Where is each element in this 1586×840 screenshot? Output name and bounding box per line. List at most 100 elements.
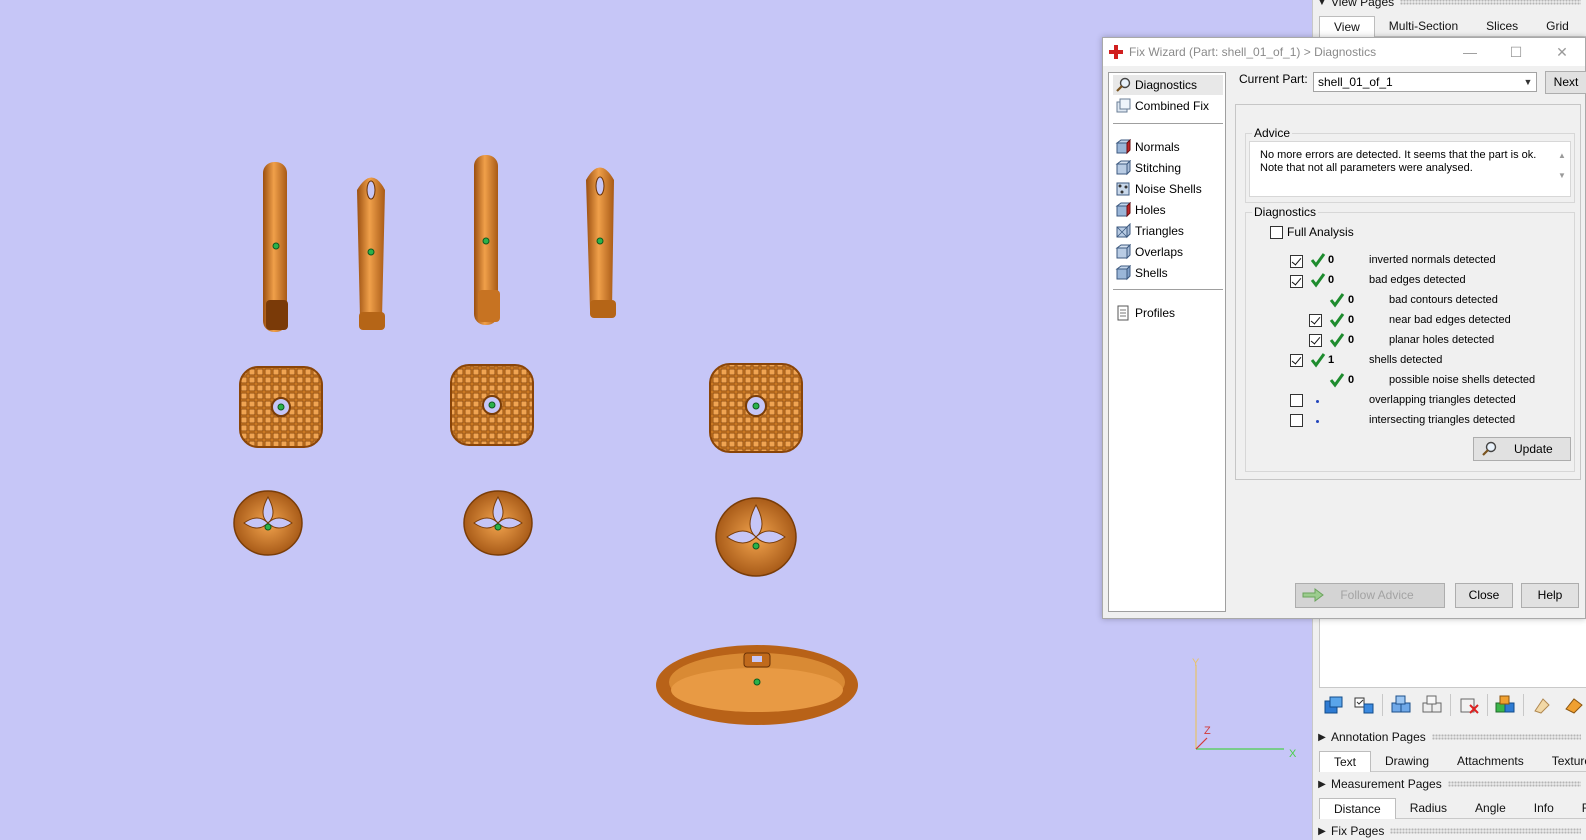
expand-arrow-icon: ▶ xyxy=(1318,731,1326,743)
nav-item-stitching[interactable]: Stitching xyxy=(1113,158,1223,178)
fix-wizard-icon xyxy=(1103,45,1129,59)
tab-view[interactable]: View xyxy=(1319,16,1375,37)
diag-label: bad contours detected xyxy=(1389,294,1498,306)
tab-info[interactable]: Info xyxy=(1520,798,1568,819)
basket-model-3 xyxy=(709,363,803,453)
arrow-right-icon xyxy=(1302,588,1324,602)
arm-model-2 xyxy=(357,177,385,330)
help-button[interactable]: Help xyxy=(1521,583,1579,608)
update-button[interactable]: Update xyxy=(1473,437,1571,461)
advice-scrollbar[interactable]: ▲ ▼ xyxy=(1556,146,1568,192)
planar-holes-checkbox[interactable] xyxy=(1309,334,1322,347)
green-check-icon xyxy=(1329,333,1345,348)
nav-item-holes[interactable]: Holes xyxy=(1113,200,1223,220)
diag-label: inverted normals detected xyxy=(1369,254,1496,266)
tab-radius[interactable]: Radius xyxy=(1396,798,1461,819)
tab-text[interactable]: Text xyxy=(1319,751,1372,772)
fix-wizard-dialog: Fix Wizard (Part: shell_01_of_1) > Diagn… xyxy=(1102,37,1586,619)
diag-label: overlapping triangles detected xyxy=(1369,394,1516,406)
flower-model-3 xyxy=(715,497,797,577)
near-bad-edges-checkbox[interactable] xyxy=(1309,314,1322,327)
tab-attachments[interactable]: Attachments xyxy=(1443,751,1538,772)
full-analysis-checkbox[interactable] xyxy=(1270,226,1283,239)
collapse-arrow-icon: ▼ xyxy=(1317,0,1327,8)
maximize-icon[interactable]: ☐ xyxy=(1493,44,1539,61)
dialog-titlebar[interactable]: Fix Wizard (Part: shell_01_of_1) > Diagn… xyxy=(1103,38,1585,66)
nav-item-overlaps[interactable]: Overlaps xyxy=(1113,242,1223,262)
diag-label: possible noise shells detected xyxy=(1389,374,1536,386)
basket-model-1 xyxy=(239,366,323,448)
paint-icon[interactable] xyxy=(1528,692,1556,718)
tab-distance[interactable]: Distance xyxy=(1319,798,1396,819)
diag-label: planar holes detected xyxy=(1389,334,1495,346)
diag-value: 0 xyxy=(1348,334,1355,346)
current-part-select[interactable]: shell_01_of_1 ▼ xyxy=(1313,72,1537,92)
holes-icon xyxy=(1113,201,1133,219)
nav-item-diagnostics[interactable]: Diagnostics xyxy=(1113,75,1223,95)
nav-item-combined-fix[interactable]: Combined Fix xyxy=(1113,96,1223,116)
minimize-icon[interactable]: — xyxy=(1447,44,1493,60)
diag-value: 0 xyxy=(1328,254,1335,266)
expand-arrow-icon: ▶ xyxy=(1318,825,1326,837)
intersecting-triangles-checkbox[interactable] xyxy=(1290,414,1303,427)
nav-item-profiles[interactable]: Profiles xyxy=(1113,303,1223,323)
stitching-icon xyxy=(1113,159,1133,177)
eraser-icon[interactable] xyxy=(1560,692,1586,718)
delete-cube-icon[interactable] xyxy=(1455,692,1483,718)
tab-multi-section[interactable]: Multi-Section xyxy=(1375,16,1472,37)
view-pages-header[interactable]: ▼ View Pages xyxy=(1313,0,1586,11)
color-cubes-icon[interactable] xyxy=(1492,692,1520,718)
arm-model-1 xyxy=(263,162,288,332)
fix-pages-header[interactable]: ▶ Fix Pages xyxy=(1313,822,1586,840)
magnifier-icon xyxy=(1482,441,1497,456)
wire-cubes-icon[interactable] xyxy=(1419,692,1447,718)
cube-select-icon[interactable] xyxy=(1319,692,1347,718)
close-icon[interactable]: ✕ xyxy=(1539,44,1585,61)
expand-arrow-icon: ▶ xyxy=(1318,778,1326,790)
tab-angle[interactable]: Angle xyxy=(1461,798,1520,819)
next-button[interactable]: Next xyxy=(1545,71,1586,94)
tab-drawing[interactable]: Drawing xyxy=(1371,751,1443,772)
tab-grid[interactable]: Grid xyxy=(1532,16,1583,37)
tab-final-par[interactable]: Final Par xyxy=(1568,798,1586,819)
diag-value: 0 xyxy=(1328,274,1335,286)
diag-value: 0 xyxy=(1348,294,1355,306)
shells-checkbox[interactable] xyxy=(1290,354,1303,367)
full-analysis-label: Full Analysis xyxy=(1287,225,1354,239)
measurement-pages-header[interactable]: ▶ Measurement Pages xyxy=(1313,775,1586,793)
green-check-icon xyxy=(1329,373,1345,388)
flower-model-2 xyxy=(463,490,533,556)
annotation-tabs: Text Drawing Attachments Textures xyxy=(1319,751,1586,772)
bad-edges-checkbox[interactable] xyxy=(1290,275,1303,288)
follow-advice-button[interactable]: Follow Advice xyxy=(1295,583,1445,608)
shells-icon xyxy=(1113,264,1133,282)
triangles-icon xyxy=(1113,222,1133,240)
inverted-normals-checkbox[interactable] xyxy=(1290,255,1303,268)
nav-item-shells[interactable]: Shells xyxy=(1113,263,1223,283)
view-tabs: View Multi-Section Slices Grid xyxy=(1319,16,1586,37)
axis-x-label: X xyxy=(1289,748,1297,760)
diag-label: shells detected xyxy=(1369,354,1443,366)
green-check-icon xyxy=(1310,253,1326,268)
close-button[interactable]: Close xyxy=(1455,583,1513,608)
green-check-icon xyxy=(1329,313,1345,328)
current-part-label: Current Part: xyxy=(1239,72,1308,86)
measurement-tabs: Distance Radius Angle Info Final Par xyxy=(1319,798,1586,819)
normals-icon xyxy=(1113,138,1133,156)
dialog-title: Fix Wizard (Part: shell_01_of_1) > Diagn… xyxy=(1129,45,1377,59)
tab-textures[interactable]: Textures xyxy=(1538,751,1586,772)
select-toggle-icon[interactable] xyxy=(1351,692,1379,718)
annotation-pages-header[interactable]: ▶ Annotation Pages xyxy=(1313,728,1586,746)
advice-textbox[interactable]: No more errors are detected. It seems th… xyxy=(1249,141,1571,197)
nav-item-normals[interactable]: Normals xyxy=(1113,137,1223,157)
cubes-icon[interactable] xyxy=(1387,692,1415,718)
overlapping-triangles-checkbox[interactable] xyxy=(1290,394,1303,407)
nav-item-noise-shells[interactable]: Noise Shells xyxy=(1113,179,1223,199)
pending-dot-icon xyxy=(1316,400,1319,403)
tab-slices[interactable]: Slices xyxy=(1472,16,1532,37)
pending-dot-icon xyxy=(1316,420,1319,423)
wizard-nav-list: Diagnostics Combined Fix Normals Stitchi… xyxy=(1108,72,1226,612)
arm-model-3 xyxy=(474,155,500,325)
advice-text-line2: Note that not all parameters were analys… xyxy=(1260,162,1473,174)
nav-item-triangles[interactable]: Triangles xyxy=(1113,221,1223,241)
